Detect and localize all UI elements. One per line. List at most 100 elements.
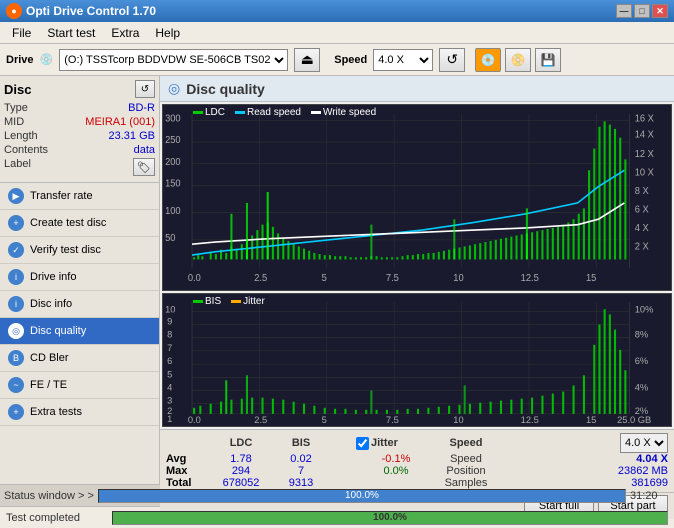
svg-text:7: 7 [167,343,172,353]
sidebar-nav: ▶ Transfer rate + Create test disc ✓ Ver… [0,183,159,484]
app-title: Opti Drive Control 1.70 [26,4,156,18]
jitter-legend-dot [231,300,241,303]
read-speed-legend-label: Read speed [247,107,301,118]
status-progress-text: 100.0% [99,490,625,502]
eject-button[interactable]: ⏏ [294,48,320,72]
write-speed-legend: Write speed [311,107,376,118]
svg-text:12.5: 12.5 [521,273,539,284]
drive-info-icon: i [8,269,24,285]
verify-test-disc-icon: ✓ [8,242,24,258]
svg-text:200: 200 [165,157,181,168]
svg-text:0.0: 0.0 [188,415,201,425]
svg-text:4 X: 4 X [635,223,650,234]
svg-text:4: 4 [167,383,172,393]
svg-text:6 X: 6 X [635,204,650,215]
speed-header: Speed [436,433,496,453]
empty-cell2 [326,433,356,453]
content-header: ◎ Disc quality [160,76,674,102]
avg-jitter: -0.1% [356,453,436,465]
disc-label-label: Label [4,158,31,176]
chart-top-legend: LDC Read speed Write speed [193,107,376,118]
refresh-button[interactable]: ↺ [439,48,465,72]
sidebar-item-extra-tests[interactable]: + Extra tests [0,399,159,426]
content-title: Disc quality [186,81,265,97]
stats-table: LDC BIS Jitter Speed 4.0 X Avg [166,433,668,489]
svg-text:150: 150 [165,178,181,189]
svg-text:2.5: 2.5 [254,273,267,284]
title-bar: ● Opti Drive Control 1.70 — □ ✕ [0,0,674,22]
disc-refresh-button[interactable]: ↺ [135,80,155,98]
nav-label-drive-info: Drive info [30,271,76,283]
jitter-header: Jitter [356,433,436,453]
svg-text:250: 250 [165,135,181,146]
maximize-button[interactable]: □ [634,4,650,18]
max-bis: 7 [276,465,326,477]
disc-type-label: Type [4,102,28,114]
bis-legend-dot [193,300,203,303]
disc-button[interactable]: 💿 [475,48,501,72]
svg-text:9: 9 [167,316,172,326]
close-button[interactable]: ✕ [652,4,668,18]
svg-text:1: 1 [167,414,172,424]
sidebar-item-create-test-disc[interactable]: + Create test disc [0,210,159,237]
svg-text:7.5: 7.5 [386,273,399,284]
svg-text:4%: 4% [635,383,648,393]
test-completed-label: Test completed [6,512,106,524]
disc-info-icon: i [8,296,24,312]
speed-val-row: 4.04 X [496,453,668,465]
speed-label: Speed [334,54,367,66]
extra-tests-icon: + [8,404,24,420]
jitter-checkbox[interactable] [356,437,369,450]
nav-label-transfer-rate: Transfer rate [30,190,93,202]
bis-header: BIS [276,433,326,453]
sidebar-item-verify-test-disc[interactable]: ✓ Verify test disc [0,237,159,264]
sidebar-item-disc-quality[interactable]: ◎ Disc quality [0,318,159,345]
position-label: Position [436,465,496,477]
svg-text:8 X: 8 X [635,186,650,197]
sidebar-item-disc-info[interactable]: i Disc info [0,291,159,318]
svg-text:10: 10 [165,304,175,314]
svg-text:15: 15 [586,415,596,425]
menu-extra[interactable]: Extra [103,24,147,42]
drive-icon: 💿 [40,53,54,66]
avg-ldc: 1.78 [206,453,276,465]
nav-label-fe-te: FE / TE [30,379,67,391]
speed-select-stats[interactable]: 4.0 X [620,433,668,453]
speed-select[interactable]: 4.0 X [373,49,433,71]
drive-select[interactable]: (O:) TSSTcorp BDDVDW SE-506CB TS02 [59,49,288,71]
sidebar-item-fe-te[interactable]: ~ FE / TE [0,372,159,399]
ldc-legend-label: LDC [205,107,225,118]
sidebar-item-drive-info[interactable]: i Drive info [0,264,159,291]
menu-start-test[interactable]: Start test [39,24,103,42]
disc-label-button[interactable]: 🏷 [133,158,155,176]
main-layout: Disc ↺ Type BD-R MID MEIRA1 (001) Length… [0,76,674,484]
write-speed-legend-dot [311,111,321,114]
nav-label-create-test-disc: Create test disc [30,217,106,229]
ldc-legend: LDC [193,107,225,118]
test-progress-text: 100.0% [113,512,667,524]
media-button[interactable]: 📀 [505,48,531,72]
create-test-disc-icon: + [8,215,24,231]
svg-text:100: 100 [165,206,181,217]
svg-text:5: 5 [322,273,327,284]
sidebar-item-cd-bler[interactable]: B CD Bler [0,345,159,372]
save-button[interactable]: 💾 [535,48,561,72]
svg-text:2.5: 2.5 [254,415,267,425]
svg-text:10: 10 [453,415,463,425]
menu-help[interactable]: Help [147,24,188,42]
nav-label-verify-test-disc: Verify test disc [30,244,101,256]
max-jitter: 0.0% [356,465,436,477]
svg-text:0.0: 0.0 [188,273,201,284]
total-bis: 9313 [276,477,326,489]
status-window-label: Status window > > [4,490,94,502]
svg-text:12.5: 12.5 [521,415,539,425]
menu-file[interactable]: File [4,24,39,42]
cd-bler-icon: B [8,350,24,366]
svg-text:8%: 8% [635,330,648,340]
svg-text:10 X: 10 X [635,168,655,179]
minimize-button[interactable]: — [616,4,632,18]
stats-area: LDC BIS Jitter Speed 4.0 X Avg [160,429,674,492]
sidebar-item-transfer-rate[interactable]: ▶ Transfer rate [0,183,159,210]
svg-text:5: 5 [322,415,327,425]
app-icon: ● [6,3,22,19]
